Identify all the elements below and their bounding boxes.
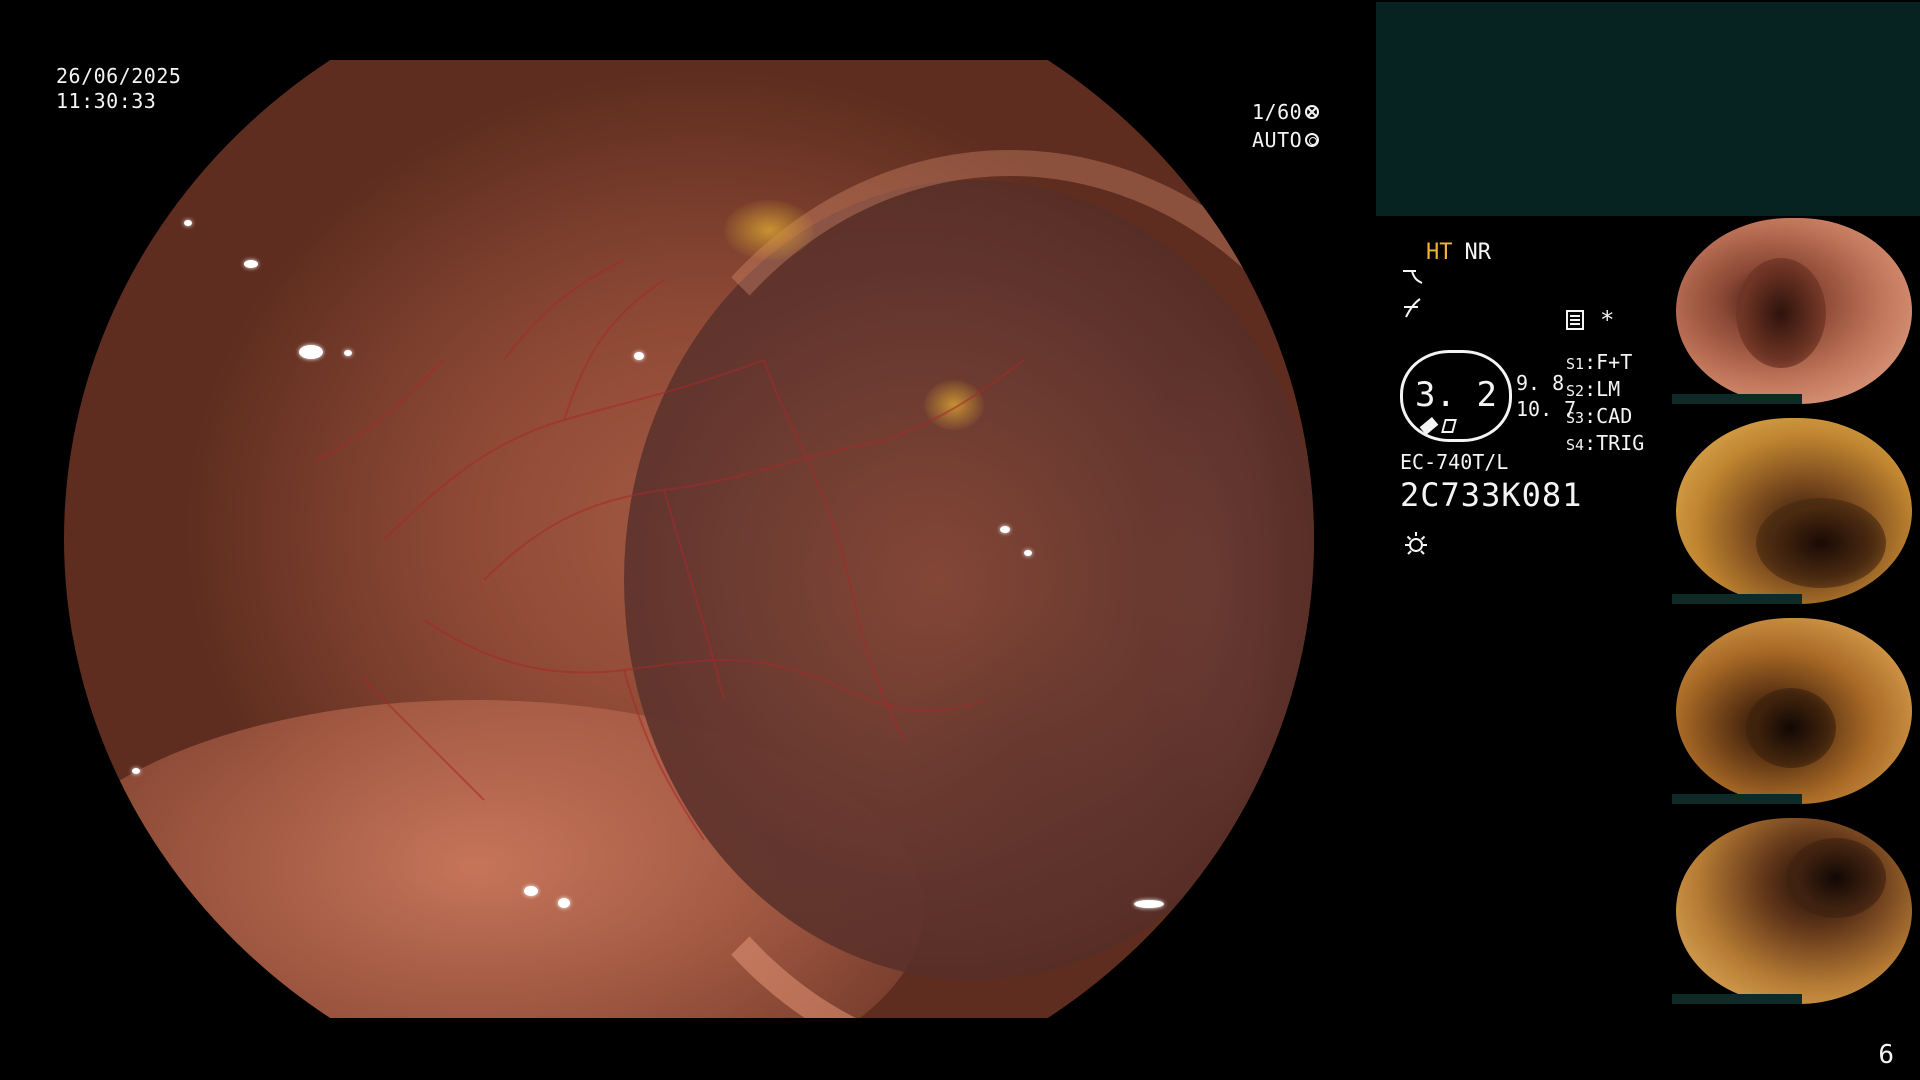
thumbnail-image [1676,618,1912,804]
enhancement-curve-icon [1400,265,1670,297]
capture-thumbnail-4[interactable] [1672,818,1916,1004]
light-reflection [184,220,192,226]
iris-text: AUTO [1252,127,1303,152]
record-settings: * [1566,306,1614,334]
mode-row: HT NR [1426,240,1670,265]
zoom-gauge: 3. 2 [1400,350,1512,442]
capture-thumbnail-1[interactable] [1672,218,1916,404]
date-text: 26/06/2025 [56,64,182,88]
gauge-value: 3. 2 [1415,375,1497,415]
switch-assignments: S1:F+T S2:LM S3:CAD S4:TRIG [1566,350,1644,458]
light-reflection [1134,900,1164,908]
record-doc-icon [1566,310,1584,330]
light-reflection [558,898,570,908]
scope-model: EC-740T/L [1400,450,1509,474]
light-reflection [1024,550,1032,556]
mode-ht-label: HT [1426,240,1453,265]
datetime-readout: 26/06/2025 11:30:33 [56,64,181,114]
page-number: 6 [1878,1040,1894,1070]
enhancement-slash-icon [1400,297,1670,329]
slot-row: S2:LM [1566,377,1621,401]
thumbnail-image [1676,818,1912,1004]
light-reflection [344,350,352,356]
endoscopy-main-view [64,60,1314,1018]
scope-serial: 2C733K081 [1400,476,1583,514]
shutter-text: 1/60 [1252,99,1303,124]
light-reflection [1000,526,1010,533]
auto-iris-icon [1305,133,1320,147]
processor-status-panel: HT NR [1400,240,1670,329]
thumbnail-bar [1672,994,1802,1004]
light-sun-icon [1405,532,1427,555]
light-reflection [524,886,538,896]
aperture-icon [1305,105,1320,119]
slot-row: S1:F+T [1566,350,1633,374]
patient-info-panel [1376,2,1920,216]
slot-row: S3:CAD [1566,404,1633,428]
thumbnail-image [1676,418,1912,604]
gauge-marker-icon [1419,417,1439,435]
asterisk-mark: * [1600,306,1615,334]
thumbnail-bar [1672,794,1802,804]
vessel-pattern [313,259,1025,841]
thumbnail-bar [1672,394,1802,404]
time-text: 11:30:33 [56,89,157,113]
light-reflection [299,345,323,359]
light-reflection [132,768,140,774]
light-reflection [154,200,164,207]
capture-thumbnail-2[interactable] [1672,418,1916,604]
exposure-readout: 1/60 AUTO [1252,98,1320,154]
capture-thumbnail-3[interactable] [1672,618,1916,804]
thumbnail-image [1676,218,1912,404]
light-reflection [634,352,644,360]
gauge-marker-outline-icon [1441,419,1457,433]
slot-row: S4:TRIG [1566,431,1645,455]
mode-nr-label: NR [1464,240,1492,265]
light-reflection [244,260,258,268]
thumbnail-bar [1672,594,1802,604]
